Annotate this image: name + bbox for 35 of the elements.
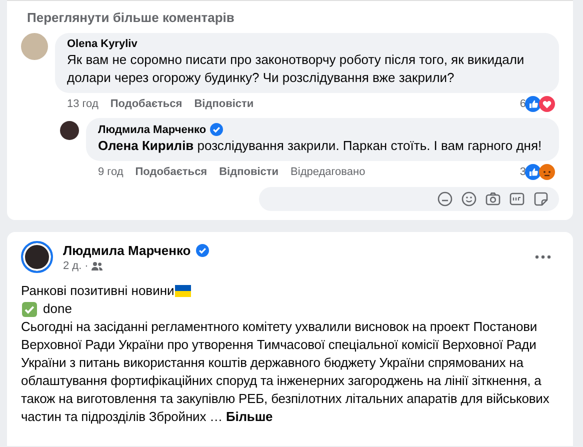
- reaction-count: 3: [520, 166, 526, 178]
- comment-time[interactable]: 9 год: [98, 166, 124, 178]
- like-link[interactable]: Подобається: [110, 98, 182, 110]
- see-more-link[interactable]: Більше: [226, 409, 273, 424]
- comment-input-field[interactable]: [259, 187, 559, 211]
- like-reaction-icon: [525, 164, 541, 180]
- comment-text: Олена Кирилів розслідування закрили. Паркан стоїть. І вам гарного дня!: [98, 137, 543, 155]
- avatar[interactable]: [60, 121, 79, 140]
- comment-author[interactable]: Людмила Марченко: [98, 124, 206, 136]
- heart-reaction-icon: [539, 96, 555, 112]
- like-link[interactable]: Подобається: [135, 166, 208, 178]
- done-label: done: [43, 300, 72, 318]
- flag-icon: [175, 285, 192, 297]
- post-time[interactable]: 2 д.: [63, 260, 82, 272]
- reply-link[interactable]: Відповісти: [194, 98, 254, 110]
- angry-reaction-icon: [539, 164, 555, 180]
- comment-text: Як вам не соромно писати про законотворчу роботу після того, як викидали долари через огорожу будинку? Чи розслідування вже закрили?: [67, 51, 526, 87]
- post-title: Ранкові позитивні новини: [21, 282, 174, 300]
- emoji-icon: [461, 191, 477, 207]
- like-reaction-icon: [525, 96, 541, 112]
- people-icon: [91, 260, 104, 270]
- reaction-count: 6: [520, 98, 526, 110]
- reply-link[interactable]: Відповісти: [219, 166, 279, 178]
- comment-author[interactable]: Olena Kyryliv: [67, 38, 138, 50]
- check-mark-icon: [22, 302, 37, 316]
- separator-dot: ·: [84, 260, 88, 272]
- view-more-comments-link[interactable]: Переглянути більше коментарів: [27, 10, 559, 25]
- more-options-icon: [535, 255, 551, 259]
- post-body-text: Сьогодні на засіданні регламентного комітету ухвалили висновок на проект Постанови Верховної Ради України про утворення Тимчасової спеціальної комісії Верховної Ради України з питань використання коштів державного бюджету України спрямованих на облаштування фортифікаційних споруд та інженерних загороджень на лінії зіткнення, а також на виготовлення та закупівлю РЕБ, безпілотних літальних апаратів для військових частин та підрозділів Збройних … Більше: [21, 318, 550, 426]
- edited-label: Відредаговано: [290, 166, 366, 178]
- avatar[interactable]: [21, 241, 53, 273]
- post-author[interactable]: Людмила Марченко: [63, 242, 191, 258]
- camera-icon: [485, 191, 501, 207]
- comment-time[interactable]: 13 год: [67, 98, 98, 110]
- sticker-icon: [533, 191, 549, 207]
